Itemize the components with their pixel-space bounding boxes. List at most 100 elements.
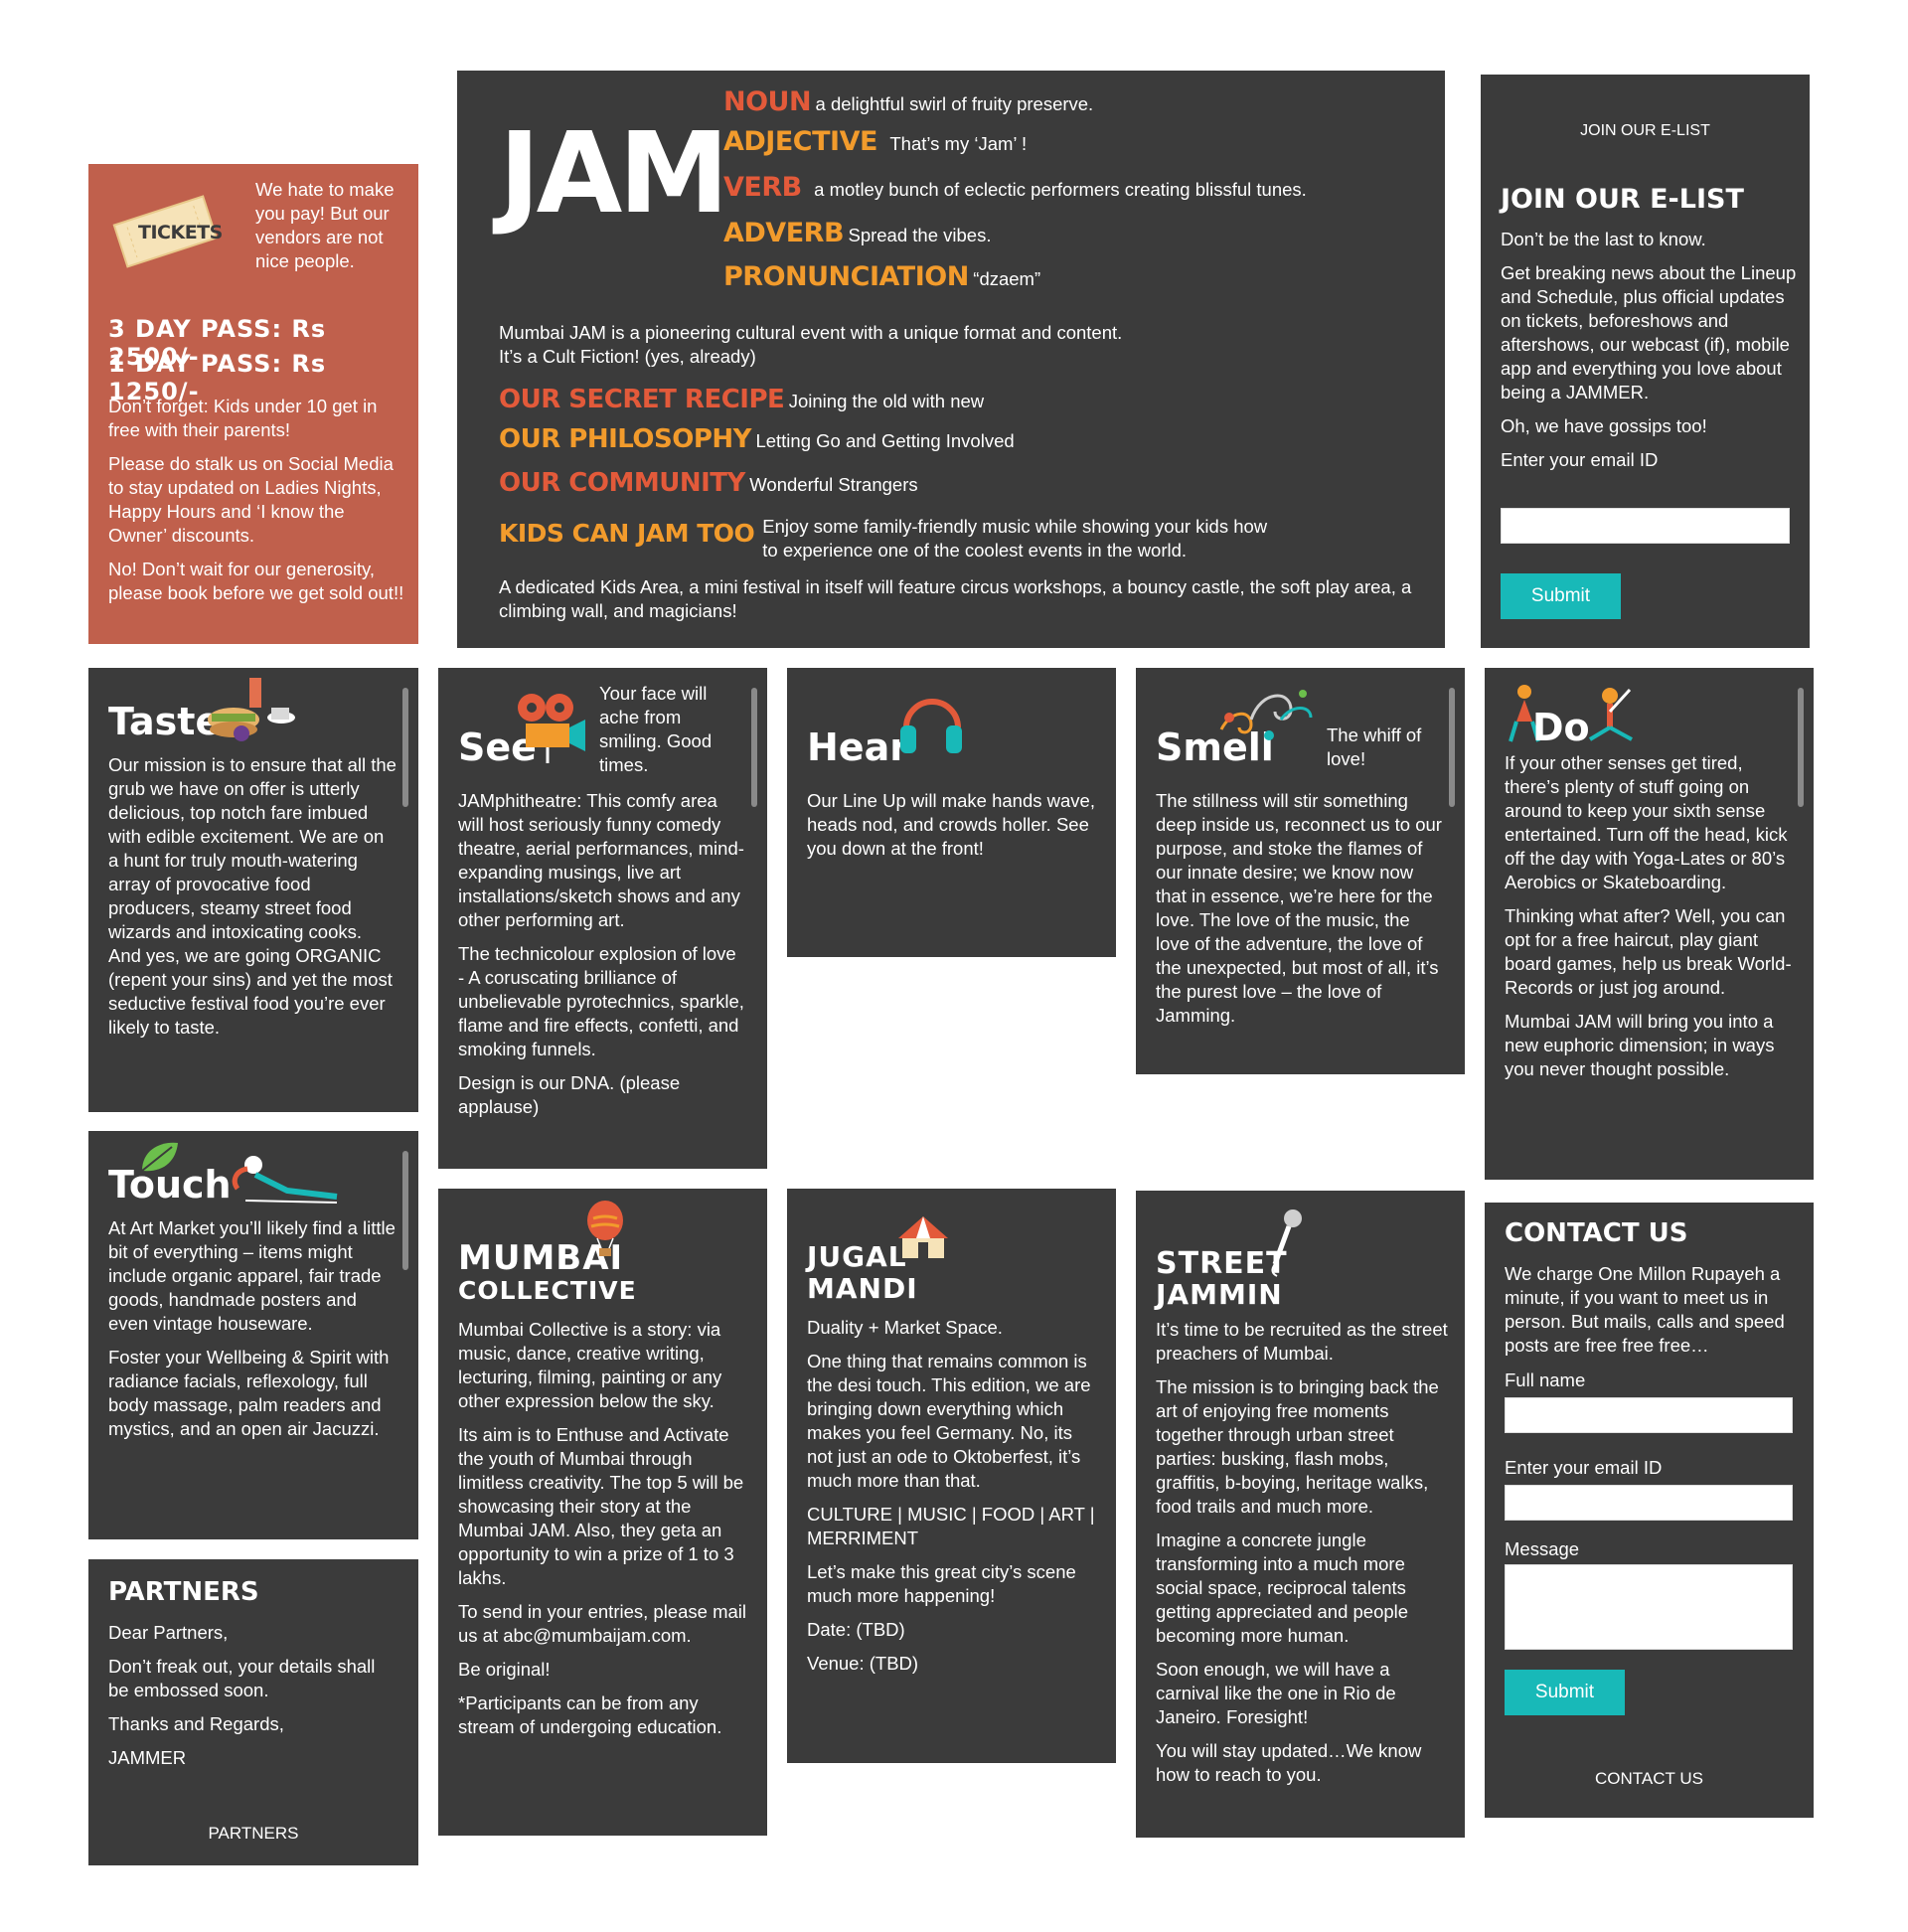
hot-air-balloon-icon <box>583 1201 627 1263</box>
jugal-date: Date: (TBD) <box>807 1619 905 1640</box>
collective-entries: To send in your entries, please mail us … <box>458 1601 746 1646</box>
definition-noun: NOUN a delightful swirl of fruity preser… <box>723 86 1094 117</box>
food-icon <box>200 674 299 756</box>
contact-message-textarea[interactable] <box>1505 1564 1793 1650</box>
elist-tagline: Don’t be the last to know. <box>1501 229 1706 249</box>
smell-body: The stillness will stir something deep i… <box>1156 790 1442 1026</box>
collective-participants: *Participants can be from any stream of … <box>458 1692 722 1737</box>
partners-signature: JAMMER <box>108 1747 187 1768</box>
elist-email-label: Enter your email ID <box>1501 449 1659 470</box>
taste-card: Taste Our mission is to ensure that all … <box>88 668 418 1112</box>
jugal-mandi-card: JUGAL MANDI Duality + Market Space. One … <box>787 1189 1116 1763</box>
see-design: Design is our DNA. (please applause) <box>458 1072 681 1117</box>
see-scrollbar[interactable] <box>751 688 757 807</box>
jam-philosophy: OUR PHILOSOPHY Letting Go and Getting In… <box>499 424 1015 454</box>
smell-card: Smell The whiff of love! The stillness w… <box>1136 668 1465 1074</box>
tickets-social-note: Please do stalk us on Social Media to st… <box>108 453 394 546</box>
touch-card: Touch At Art Market you’ll likely find a… <box>88 1131 418 1539</box>
smell-tagline: The whiff of love! <box>1327 724 1422 769</box>
contact-name-input[interactable] <box>1505 1397 1793 1433</box>
contact-card: CONTACT US We charge One Millon Rupayeh … <box>1485 1203 1814 1818</box>
elist-card: JOIN OUR E-LIST JOIN OUR E-LIST Don’t be… <box>1481 75 1810 648</box>
definition-adjective: ADJECTIVE That’s my ‘Jam’ ! <box>723 126 1028 157</box>
pose-icon <box>1584 682 1640 748</box>
elist-heading: JOIN OUR E-LIST <box>1501 184 1744 215</box>
tickets-book-note: No! Don’t wait for our generosity, pleas… <box>108 559 404 603</box>
contact-email-input[interactable] <box>1505 1485 1793 1521</box>
touch-art-market: At Art Market you’ll likely find a littl… <box>108 1217 396 1334</box>
elist-email-input[interactable] <box>1501 508 1790 544</box>
street-recruited: It’s time to be recruited as the street … <box>1156 1319 1448 1364</box>
partners-footer-label: PARTNERS <box>208 1824 299 1843</box>
ticket-badge-label: TICKETS <box>138 222 223 243</box>
mumbai-collective-card: MUMBAI COLLECTIVE Mumbai Collective is a… <box>438 1189 767 1836</box>
jam-logo: JAM <box>499 109 729 239</box>
see-tagline: Your face will ache from smiling. Good t… <box>599 683 713 775</box>
projector-icon <box>512 686 591 770</box>
collective-aim: Its aim is to Enthuse and Activate the y… <box>458 1424 744 1588</box>
tickets-card: TICKETS We hate to make you pay! But our… <box>88 164 418 644</box>
street-carnival: Soon enough, we will have a carnival lik… <box>1156 1659 1396 1727</box>
elist-top-label: JOIN OUR E-LIST <box>1580 122 1710 139</box>
contact-name-label: Full name <box>1505 1369 1586 1390</box>
contact-body: We charge One Millon Rupayeh a minute, i… <box>1505 1263 1785 1356</box>
do-dimension: Mumbai JAM will bring you into a new eup… <box>1505 1011 1775 1079</box>
circus-tent-icon <box>894 1212 952 1267</box>
swirl-icon <box>1211 680 1321 754</box>
street-imagine: Imagine a concrete jungle transforming i… <box>1156 1530 1409 1646</box>
do-card: Do If your other senses get tired, there… <box>1485 668 1814 1180</box>
partners-heading: PARTNERS <box>108 1577 259 1607</box>
see-jamphitheatre: JAMphitheatre: This comfy area will host… <box>458 790 744 930</box>
jam-definitions: NOUN a delightful swirl of fruity preser… <box>723 86 1419 297</box>
jam-kids-area: A dedicated Kids Area, a mini festival i… <box>499 576 1412 621</box>
jugal-categories: CULTURE | MUSIC | FOOD | ART | MERRIMENT <box>807 1504 1095 1548</box>
microphone-icon <box>1265 1207 1305 1283</box>
street-jammin-card: STREET JAMMIN It’s time to be recruited … <box>1136 1191 1465 1838</box>
definition-adverb: ADVERB Spread the vibes. <box>723 218 992 248</box>
headphones-icon <box>898 684 964 768</box>
partners-regards: Thanks and Regards, <box>108 1713 284 1734</box>
tickets-intro: We hate to make you pay! But our vendors… <box>255 179 395 271</box>
jam-kids: KIDS CAN JAM TOO Enjoy some family-frien… <box>499 516 1268 561</box>
taste-scrollbar[interactable] <box>402 688 408 807</box>
ticket-icon: TICKETS <box>110 192 223 269</box>
do-title: Do <box>1532 706 1590 749</box>
definition-pronunciation: PRONUNCIATION “dzaem” <box>723 261 1041 292</box>
hear-title: Hear <box>807 725 908 769</box>
contact-footer-label: CONTACT US <box>1595 1769 1703 1788</box>
partners-details: Don’t freak out, your details shall be e… <box>108 1656 376 1700</box>
stretching-figure-icon <box>226 1151 345 1215</box>
see-pyrotechnics: The technicolour explosion of love - A c… <box>458 943 744 1059</box>
partners-greeting: Dear Partners, <box>108 1622 229 1643</box>
hear-body: Our Line Up will make hands wave, heads … <box>807 790 1095 859</box>
jugal-desi-touch: One thing that remains common is the des… <box>807 1351 1091 1491</box>
do-activities: Thinking what after? Well, you can opt f… <box>1505 905 1792 998</box>
contact-heading: CONTACT US <box>1505 1218 1688 1248</box>
elist-submit-button[interactable]: Submit <box>1501 573 1621 619</box>
street-mission: The mission is to bringing back the art … <box>1156 1376 1439 1517</box>
touch-title: Touch <box>108 1163 232 1207</box>
jugal-venue: Venue: (TBD) <box>807 1653 919 1674</box>
jugal-city-scene: Let’s make this great city’s scene much … <box>807 1561 1076 1606</box>
see-card: See Your face will ache from smiling. Go… <box>438 668 767 1169</box>
taste-body: Our mission is to ensure that all the gr… <box>108 754 397 1038</box>
smell-scrollbar[interactable] <box>1449 688 1455 807</box>
jugal-title-line1: JUGAL <box>807 1240 907 1273</box>
touch-scrollbar[interactable] <box>402 1151 408 1270</box>
collective-story: Mumbai Collective is a story: via music,… <box>458 1319 722 1411</box>
contact-submit-button[interactable]: Submit <box>1505 1670 1625 1715</box>
jam-intro: Mumbai JAM is a pioneering cultural even… <box>499 322 1123 367</box>
hear-card: Hear Our Line Up will make hands wave, h… <box>787 668 1116 957</box>
partners-card: PARTNERS Dear Partners, Don’t freak out,… <box>88 1559 418 1865</box>
do-scrollbar[interactable] <box>1798 688 1804 807</box>
elist-gossip: Oh, we have gossips too! <box>1501 415 1707 436</box>
definition-verb: VERB a motley bunch of eclectic performe… <box>723 172 1307 203</box>
street-title-line2: JAMMIN <box>1156 1278 1283 1311</box>
jam-community: OUR COMMUNITY Wonderful Strangers <box>499 468 918 498</box>
jugal-duality: Duality + Market Space. <box>807 1317 1003 1338</box>
jam-secret-recipe: OUR SECRET RECIPE Joining the old with n… <box>499 385 985 414</box>
jugal-title-line2: MANDI <box>807 1272 918 1305</box>
contact-email-label: Enter your email ID <box>1505 1457 1663 1478</box>
tickets-kids-note: Don’t forget: Kids under 10 get in free … <box>108 396 378 440</box>
collective-original: Be original! <box>458 1659 551 1680</box>
